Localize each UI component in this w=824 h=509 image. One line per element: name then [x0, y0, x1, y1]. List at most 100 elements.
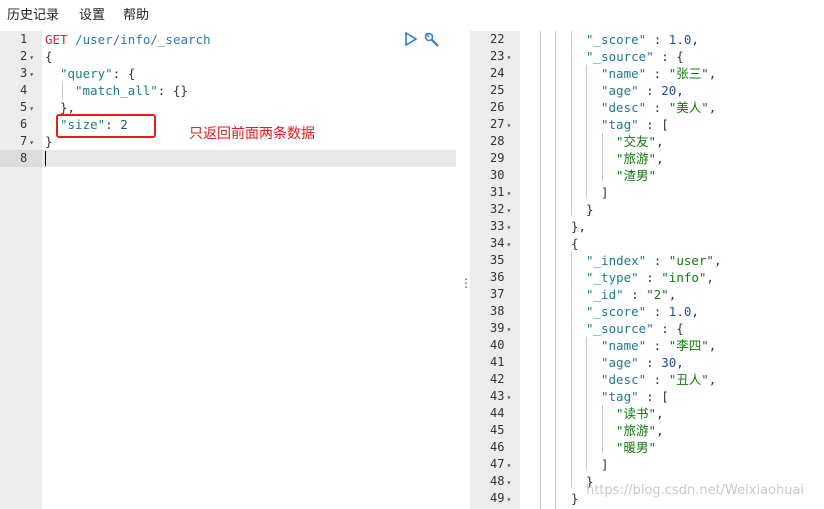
score-key: "_score"	[586, 304, 647, 319]
fold-toggle-icon[interactable]: ▾	[506, 461, 511, 470]
fold-toggle-icon[interactable]: ▾	[29, 138, 34, 147]
fold-toggle-icon[interactable]: ▾	[506, 223, 511, 232]
score-value: 1.0	[668, 32, 692, 47]
fold-toggle-icon[interactable]: ▾	[506, 121, 511, 130]
response-line-24[interactable]: "name" : "张三",	[601, 65, 716, 82]
text-cursor	[45, 151, 46, 166]
age-key: "age"	[601, 355, 639, 370]
menu-help[interactable]: 帮助	[123, 4, 149, 23]
fold-toggle-icon[interactable]: ▾	[506, 393, 511, 402]
source-key: "_source"	[586, 49, 654, 64]
request-line-1[interactable]: GET /user/info/_search	[45, 31, 211, 48]
line-number: 23 ▾	[490, 49, 512, 63]
tag-value: "读书"	[616, 406, 657, 421]
response-line-29[interactable]: "旅游",	[616, 150, 664, 167]
age-value: 20	[661, 83, 677, 98]
desc-value: "丑人"	[668, 372, 709, 387]
response-line-28[interactable]: "交友",	[616, 133, 664, 150]
response-line-49[interactable]: }	[571, 490, 579, 507]
line-number: 27 ▾	[490, 117, 512, 131]
line-number: 45	[490, 423, 505, 437]
tag-value: "旅游"	[616, 423, 657, 438]
request-line-2[interactable]: {	[45, 48, 53, 65]
response-line-35[interactable]: "_index" : "user",	[586, 252, 721, 269]
line-number: 33 ▾	[490, 219, 512, 233]
response-line-26[interactable]: "desc" : "美人",	[601, 99, 716, 116]
name-value: "张三"	[668, 66, 709, 81]
line-number: 5 ▾	[20, 100, 35, 114]
indent-guide	[586, 65, 587, 198]
name-key: "name"	[601, 338, 647, 353]
line-number: 2 ▾	[20, 49, 35, 63]
line-number: 3 ▾	[20, 66, 35, 80]
fold-toggle-icon[interactable]: ▾	[29, 70, 34, 79]
line-number: 8	[20, 151, 28, 165]
age-key: "age"	[601, 83, 639, 98]
name-value: "李四"	[668, 338, 709, 353]
menu-history[interactable]: 历史记录	[7, 4, 59, 23]
fold-toggle-icon[interactable]: ▾	[29, 104, 34, 113]
index-key: "_index"	[586, 253, 647, 268]
fold-toggle-icon[interactable]: ▾	[506, 206, 511, 215]
line-number: 41	[490, 355, 505, 369]
line-number: 49 ▾	[490, 491, 512, 505]
menu-settings[interactable]: 设置	[79, 4, 105, 23]
fold-toggle-icon[interactable]: ▾	[506, 240, 511, 249]
response-line-33[interactable]: },	[571, 218, 586, 235]
line-number: 24	[490, 66, 505, 80]
request-editor[interactable]	[42, 31, 456, 509]
line-number: 28	[490, 134, 505, 148]
response-line-22[interactable]: "_score" : 1.0,	[586, 31, 699, 48]
response-line-47[interactable]: ]	[601, 456, 609, 473]
pane-splitter[interactable]	[456, 31, 470, 509]
fold-toggle-icon[interactable]: ▾	[506, 53, 511, 62]
line-number: 25	[490, 83, 505, 97]
wrench-icon[interactable]	[423, 32, 441, 52]
response-line-46[interactable]: "暖男"	[616, 439, 656, 456]
desc-key: "desc"	[601, 372, 647, 387]
line-number: 35	[490, 253, 505, 267]
score-key: "_score"	[586, 32, 647, 47]
response-line-32[interactable]: }	[586, 201, 594, 218]
response-line-45[interactable]: "旅游",	[616, 422, 664, 439]
line-number: 34 ▾	[490, 236, 512, 250]
fold-toggle-icon[interactable]: ▾	[506, 189, 511, 198]
response-line-38[interactable]: "_score" : 1.0,	[586, 303, 699, 320]
response-line-44[interactable]: "读书",	[616, 405, 664, 422]
request-line-4[interactable]: "match_all": {}	[75, 82, 188, 99]
fold-toggle-icon[interactable]: ▾	[29, 53, 34, 62]
response-line-39[interactable]: "_source" : {	[586, 320, 684, 337]
response-line-43[interactable]: "tag" : [	[601, 388, 669, 405]
index-value: "user"	[668, 253, 714, 268]
response-line-40[interactable]: "name" : "李四",	[601, 337, 716, 354]
response-line-36[interactable]: "_type" : "info",	[586, 269, 714, 286]
response-line-23[interactable]: "_source" : {	[586, 48, 684, 65]
response-line-34[interactable]: {	[571, 235, 579, 252]
response-line-31[interactable]: ]	[601, 184, 609, 201]
play-icon[interactable]	[405, 31, 418, 50]
tag-value: "渣男"	[616, 168, 657, 183]
indent-guide	[571, 31, 572, 215]
indent-guide	[602, 133, 603, 181]
line-number: 4	[20, 83, 28, 97]
line-number: 48 ▾	[490, 474, 512, 488]
request-line-3[interactable]: "query": {	[60, 65, 135, 82]
fold-toggle-icon[interactable]: ▾	[506, 495, 511, 504]
response-line-41[interactable]: "age" : 30,	[601, 354, 684, 371]
response-line-27[interactable]: "tag" : [	[601, 116, 669, 133]
indent-guide	[571, 252, 572, 487]
line-number: 37	[490, 287, 505, 301]
response-line-42[interactable]: "desc" : "丑人",	[601, 371, 716, 388]
fold-toggle-icon[interactable]: ▾	[506, 325, 511, 334]
response-line-25[interactable]: "age" : 20,	[601, 82, 684, 99]
request-line-7[interactable]: }	[45, 133, 53, 150]
query-key: "query"	[60, 66, 113, 81]
fold-toggle-icon[interactable]: ▾	[506, 478, 511, 487]
indent-guide	[555, 31, 556, 509]
response-line-30[interactable]: "渣男"	[616, 167, 656, 184]
active-line	[42, 150, 456, 167]
line-number: 30	[490, 168, 505, 182]
response-line-37[interactable]: "_id" : "2",	[586, 286, 676, 303]
desc-value: "美人"	[668, 100, 709, 115]
age-value: 30	[661, 355, 677, 370]
